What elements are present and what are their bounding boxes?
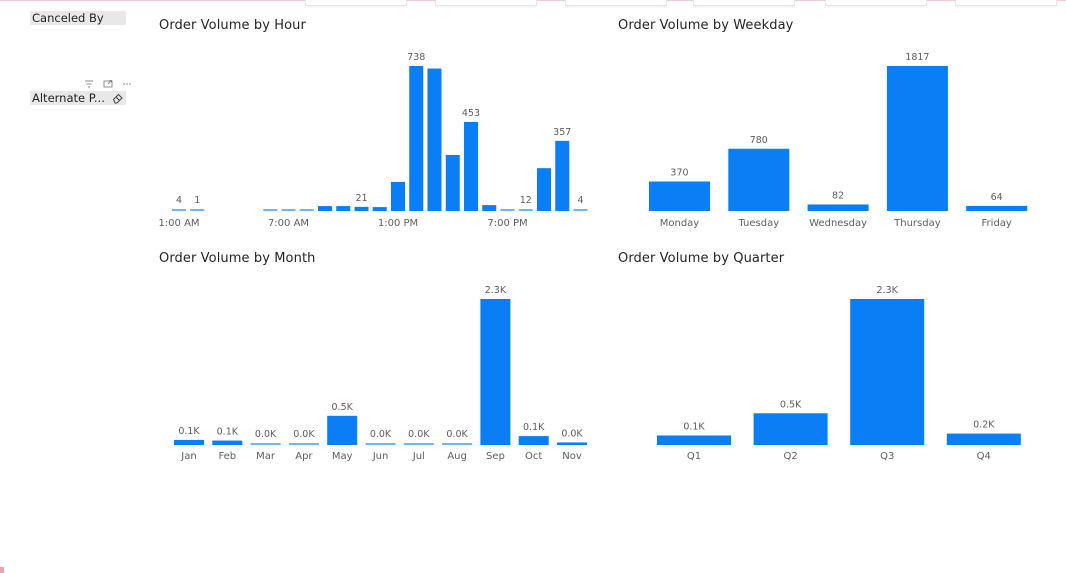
quarter-data-label-2: 2.3K [877, 285, 899, 296]
quarter-tick-label-1: Q2 [783, 451, 797, 462]
chart-quarter[interactable]: 0.1K Q1 0.5K Q2 2.3K Q3 0.2K Q4 [0, 0, 1066, 573]
quarter-bar-2[interactable] [850, 299, 925, 445]
quarter-data-label-1: 0.5K [780, 399, 802, 410]
quarter-bar-3[interactable] [946, 433, 1021, 445]
quarter-tick-label-3: Q4 [977, 451, 991, 462]
quarter-tick-label-0: Q1 [687, 451, 701, 462]
quarter-bar-0[interactable] [657, 435, 731, 445]
quarter-data-label-0: 0.1K [683, 421, 705, 432]
quarter-tick-label-2: Q3 [880, 451, 894, 462]
corner-mark [0, 567, 4, 573]
quarter-bar-1[interactable] [753, 413, 828, 445]
quarter-data-label-3: 0.2K [973, 420, 995, 431]
